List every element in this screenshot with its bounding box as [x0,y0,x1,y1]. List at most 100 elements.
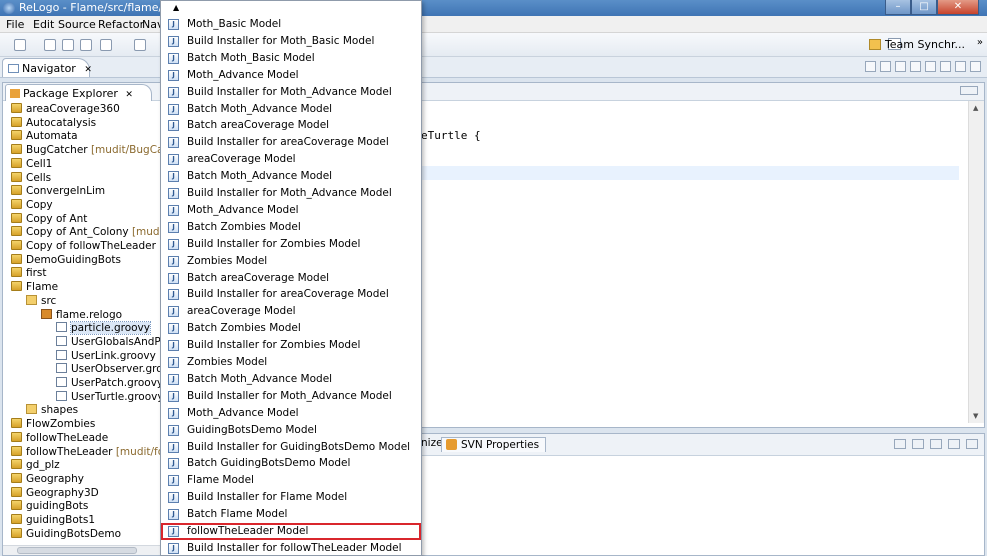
run-config-item[interactable]: J GuidingBotsDemo Model [161,422,421,439]
tree-item[interactable]: Copy [11,198,53,213]
tab-package-explorer[interactable]: Package Explorer ✕ [5,84,152,101]
tree-item[interactable]: Autocatalysis [11,116,96,131]
editor-window-controls[interactable] [960,86,978,95]
run-config-item[interactable]: J Batch Moth_Advance Model [161,168,421,185]
run-config-item[interactable]: J Batch areaCoverage Model [161,270,421,287]
run-config-item[interactable]: JareaCoverage Model [161,303,421,320]
run-config-item[interactable]: J Zombies Model [161,354,421,371]
run-config-item[interactable]: J Build Installer for Moth_Basic Model [161,33,421,50]
console-icon[interactable] [100,39,112,51]
scroll-up-icon[interactable]: ▲ [161,1,421,15]
link-editor-icon[interactable] [925,61,936,72]
run-config-item[interactable]: J Batch Moth_Advance Model [161,371,421,388]
minimize-view-icon[interactable] [955,61,966,72]
tree-item[interactable]: guidingBots1 [11,514,95,528]
run-config-item[interactable]: J Moth_Advance Model [161,67,421,84]
run-config-item[interactable]: J Batch Zombies Model [161,219,421,236]
tree-item[interactable]: src [26,294,56,309]
tree-item[interactable]: Flame [11,281,58,295]
tree-item[interactable]: guidingBots [11,500,88,514]
print-icon[interactable] [80,39,92,51]
run-config-item[interactable]: J Batch Moth_Advance Model [161,101,421,118]
tree-item[interactable]: UserObserver.groo [56,363,161,377]
scroll-up-icon[interactable]: ▲ [973,104,978,112]
tree-item[interactable]: Cell1 [11,157,52,172]
run-config-item[interactable]: J Batch Flame Model [161,506,421,523]
close-button[interactable]: ✕ [937,0,979,15]
tree-item[interactable]: flame.relogo [41,308,122,323]
team-sync-perspective[interactable]: Team Synchr... [868,38,965,51]
code-editor[interactable]: eTurtle { ▲ ▼ [420,82,985,428]
run-config-item[interactable]: J Build Installer for Zombies Model [161,337,421,354]
tree-item[interactable]: areaCoverage360 [11,103,120,117]
open-console-icon[interactable] [930,439,942,449]
scroll-down-icon[interactable]: ▼ [973,412,978,420]
tree-item[interactable]: Cells [11,171,51,186]
tree-item[interactable]: GuidingBotsDemo [11,527,121,542]
navigator-close-icon[interactable]: ✕ [84,65,92,75]
tree-item[interactable]: Automata [11,130,78,144]
maximize-view-icon[interactable] [970,61,981,72]
horizontal-scrollbar[interactable] [3,545,161,555]
tree-item[interactable]: followTheLeade [11,431,108,446]
pin-icon[interactable] [894,439,906,449]
run-config-item[interactable]: J Build Installer for followTheLeader Mod… [161,540,421,556]
display-icon[interactable] [912,439,924,449]
tab-synchronize-partial[interactable]: nize [421,437,443,449]
maximize-button[interactable]: □ [911,0,937,15]
run-config-item[interactable]: J Build Installer for Zombies Model [161,236,421,253]
debug-icon[interactable] [134,39,146,51]
run-config-item[interactable]: J Build Installer for Moth_Advance Model [161,185,421,202]
forward-icon[interactable] [880,61,891,72]
perspective-overflow-icon[interactable]: » [977,37,983,48]
editor-vertical-scrollbar[interactable]: ▲ ▼ [968,101,984,423]
run-config-item[interactable]: J Build Installer for areaCoverage Model [161,134,421,151]
minimize-button[interactable]: – [885,0,911,15]
run-config-item[interactable]: J Build Installer for areaCoverage Model [161,286,421,303]
tree-item[interactable]: UserPatch.groovy [56,377,161,391]
maximize-panel-icon[interactable] [966,439,978,449]
tree-item[interactable]: Copy of followTheLeader [m [11,240,161,254]
run-config-item[interactable]: J Batch areaCoverage Model [161,117,421,134]
run-config-item[interactable]: J Flame Model [161,472,421,489]
home-icon[interactable] [895,61,906,72]
run-config-item[interactable]: J Build Installer for Flame Model [161,489,421,506]
tree-item[interactable]: particle.groovy [56,321,151,336]
minimize-panel-icon[interactable] [948,439,960,449]
menu-refactor[interactable]: Refactor [98,18,144,31]
menu-file[interactable]: File [6,18,24,31]
tab-svn-properties[interactable]: SVN Properties [441,437,547,452]
tree-item[interactable]: FlowZombies [11,418,95,432]
run-config-item[interactable]: JareaCoverage Model [161,151,421,168]
back-icon[interactable] [865,61,876,72]
tree-item[interactable]: Geography3D [11,486,99,501]
tree-item[interactable]: Copy of Ant [11,212,87,227]
tree-item[interactable]: BugCatcher [mudit/BugCatch [11,144,161,158]
save-icon[interactable] [44,39,56,51]
tree-item[interactable]: shapes [26,404,78,418]
run-config-item[interactable]: J Batch Zombies Model [161,320,421,337]
run-config-item[interactable]: J Batch GuidingBotsDemo Model [161,455,421,472]
menu-source[interactable]: Source [58,18,96,31]
run-config-item[interactable]: J Build Installer for Moth_Advance Model [161,84,421,101]
view-menu-icon[interactable] [940,61,951,72]
package-explorer-close-icon[interactable]: ✕ [125,90,133,100]
run-config-item[interactable]: J Moth_Advance Model [161,202,421,219]
run-config-item[interactable]: J Build Installer for GuidingBotsDemo Mod… [161,439,421,456]
tree-item[interactable]: Geography [11,472,84,487]
tree-item[interactable]: UserGlobalsAndPa [56,335,161,350]
collapse-all-icon[interactable] [910,61,921,72]
new-icon[interactable] [14,39,26,51]
run-config-item[interactable]: J Zombies Model [161,253,421,270]
tree-item[interactable]: DemoGuidingBots [11,253,121,268]
scroll-thumb[interactable] [17,547,137,554]
tab-navigator[interactable]: Navigator ✕ [2,58,92,77]
selected-run-config-item[interactable]: JfollowTheLeader Model [161,523,421,540]
tree-item[interactable]: UserLink.groovy [56,349,156,364]
tree-item[interactable]: first [11,267,47,281]
run-config-item[interactable]: J Moth_Basic Model [161,16,421,33]
tree-item[interactable]: Copy of Ant_Colony [mudit] [11,226,161,240]
run-config-item[interactable]: J Build Installer for Moth_Advance Model [161,388,421,405]
tree-item[interactable]: followTheLeader [mudit/follo [11,445,161,460]
tree-item[interactable]: ConvergeInLim [11,185,105,199]
